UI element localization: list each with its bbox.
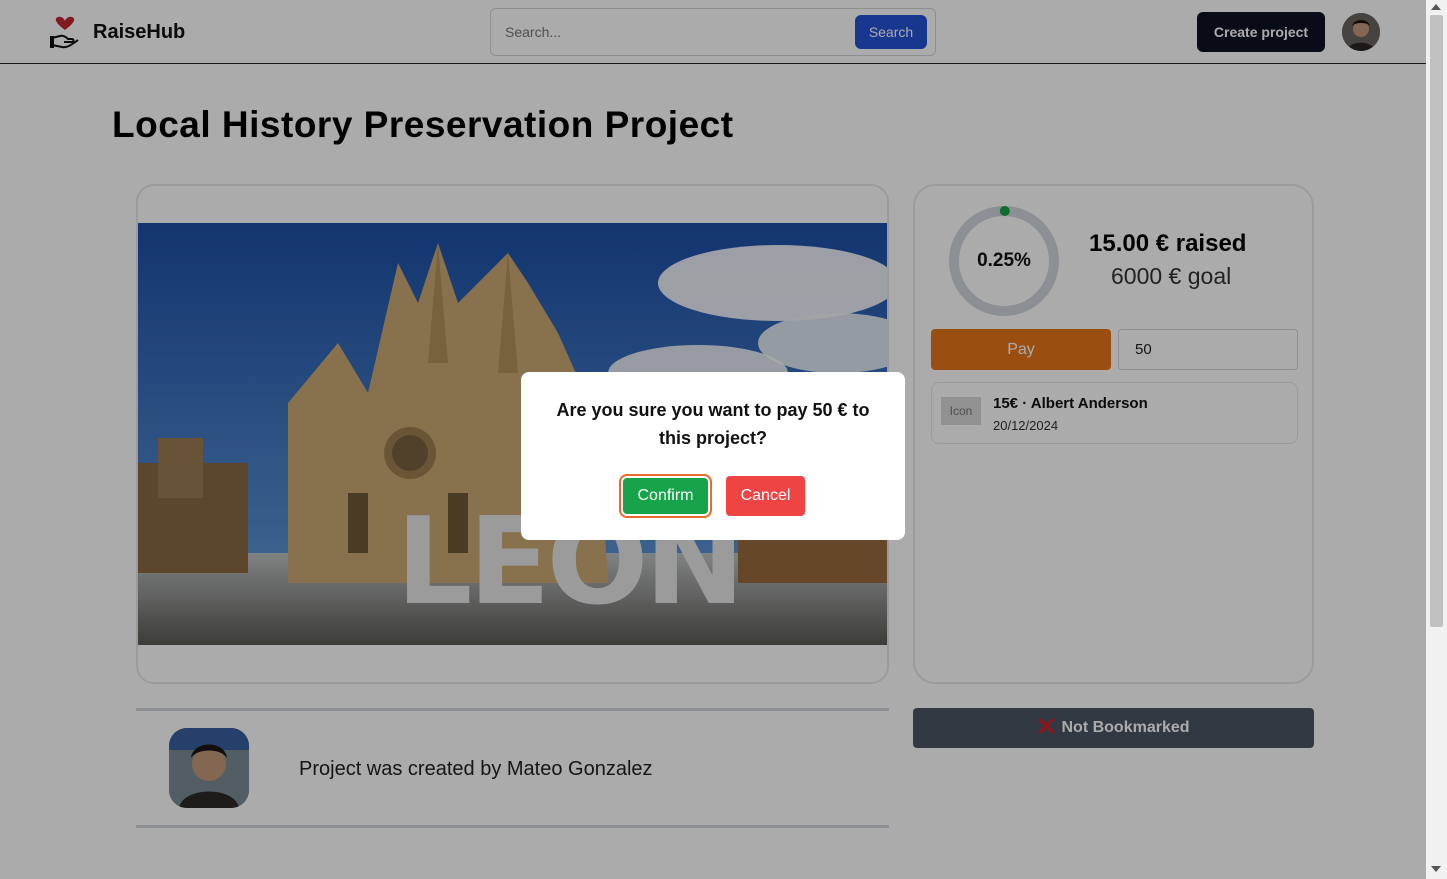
scrollbar-thumb[interactable] bbox=[1430, 15, 1443, 627]
confirm-button[interactable]: Confirm bbox=[619, 474, 712, 518]
page-scrollbar[interactable] bbox=[1426, 0, 1447, 879]
confirm-payment-dialog: Are you sure you want to pay 50 € to thi… bbox=[521, 372, 905, 540]
dialog-message: Are you sure you want to pay 50 € to thi… bbox=[556, 400, 870, 448]
cancel-button[interactable]: Cancel bbox=[726, 476, 805, 516]
scroll-up-arrow-icon[interactable] bbox=[1431, 4, 1441, 10]
scroll-down-arrow-icon[interactable] bbox=[1431, 866, 1441, 872]
